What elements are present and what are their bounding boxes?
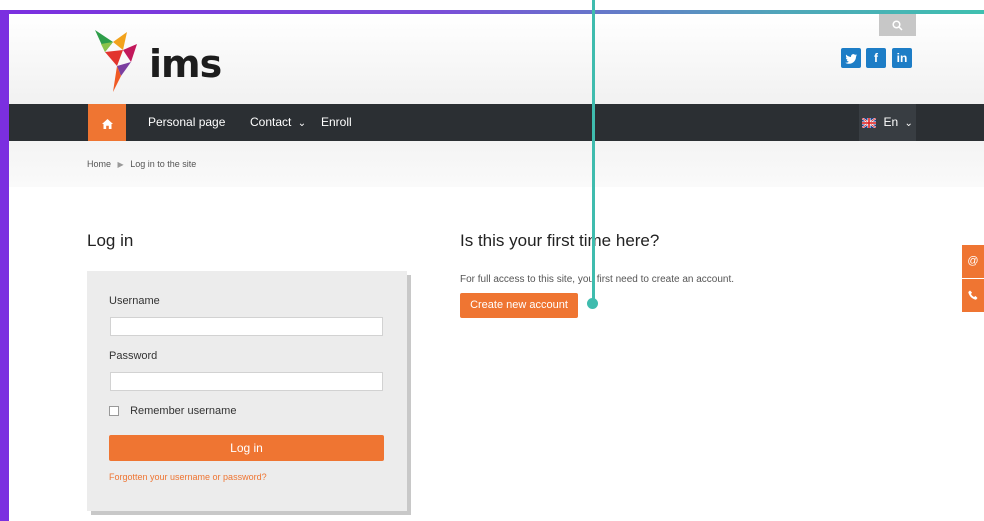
email-side-button[interactable]: @ bbox=[962, 245, 984, 278]
language-selector[interactable]: En ⌄ bbox=[859, 104, 916, 141]
search-button[interactable] bbox=[879, 14, 916, 36]
nav-item-contact-label: Contact bbox=[250, 115, 292, 129]
logo-wordmark: ims bbox=[149, 42, 222, 86]
password-label: Password bbox=[109, 350, 158, 362]
search-icon bbox=[892, 20, 903, 31]
create-account-button[interactable]: Create new account bbox=[460, 293, 578, 318]
facebook-glyph: f bbox=[874, 51, 878, 65]
chevron-down-icon: ⌄ bbox=[297, 118, 307, 129]
breadcrumb-band: Home ▶ Log in to the site bbox=[9, 141, 984, 187]
twitter-bird-icon bbox=[845, 53, 857, 64]
site-logo[interactable]: ims bbox=[87, 22, 227, 94]
home-icon bbox=[101, 118, 113, 129]
username-field[interactable] bbox=[110, 317, 383, 336]
facebook-icon[interactable]: f bbox=[866, 48, 886, 68]
nav-home-button[interactable] bbox=[88, 104, 126, 141]
site-header: ims f in bbox=[9, 14, 984, 104]
nav-item-enroll[interactable]: Enroll bbox=[321, 104, 352, 141]
annotation-line bbox=[592, 0, 595, 303]
remember-username-checkbox[interactable] bbox=[109, 406, 119, 417]
login-button[interactable]: Log in bbox=[109, 435, 384, 461]
language-label: En bbox=[883, 115, 899, 129]
frame-left-line bbox=[0, 10, 9, 521]
nav-item-contact[interactable]: Contact ⌄ bbox=[250, 104, 306, 141]
remember-username[interactable]: Remember username bbox=[109, 405, 236, 417]
signup-title: Is this your first time here? bbox=[460, 231, 660, 250]
phone-side-button[interactable] bbox=[962, 279, 984, 312]
uk-flag-icon bbox=[861, 117, 877, 129]
at-icon: @ bbox=[967, 255, 979, 267]
login-form: Username Password Remember username Log … bbox=[87, 271, 407, 511]
username-label: Username bbox=[109, 295, 160, 307]
chevron-down-icon: ⌄ bbox=[904, 118, 913, 129]
bird-logo-icon bbox=[95, 30, 137, 92]
linkedin-icon[interactable]: in bbox=[892, 48, 912, 68]
signup-description: For full access to this site, you first … bbox=[460, 274, 735, 285]
nav-item-personal-page[interactable]: Personal page bbox=[148, 104, 225, 141]
breadcrumb: Home ▶ Log in to the site bbox=[87, 159, 196, 169]
remember-username-label: Remember username bbox=[130, 405, 237, 417]
forgot-password-link[interactable]: Forgotten your username or password? bbox=[109, 472, 267, 482]
breadcrumb-current: Log in to the site bbox=[130, 159, 197, 169]
phone-icon bbox=[968, 290, 978, 300]
breadcrumb-separator-icon: ▶ bbox=[117, 160, 124, 169]
main-nav: Personal page Contact ⌄ Enroll En ⌄ bbox=[9, 104, 984, 141]
password-field[interactable] bbox=[110, 372, 383, 391]
twitter-icon[interactable] bbox=[841, 48, 861, 68]
annotation-dot bbox=[587, 298, 598, 309]
linkedin-glyph: in bbox=[896, 51, 908, 65]
breadcrumb-home-link[interactable]: Home bbox=[87, 159, 111, 169]
login-title: Log in bbox=[87, 231, 134, 250]
